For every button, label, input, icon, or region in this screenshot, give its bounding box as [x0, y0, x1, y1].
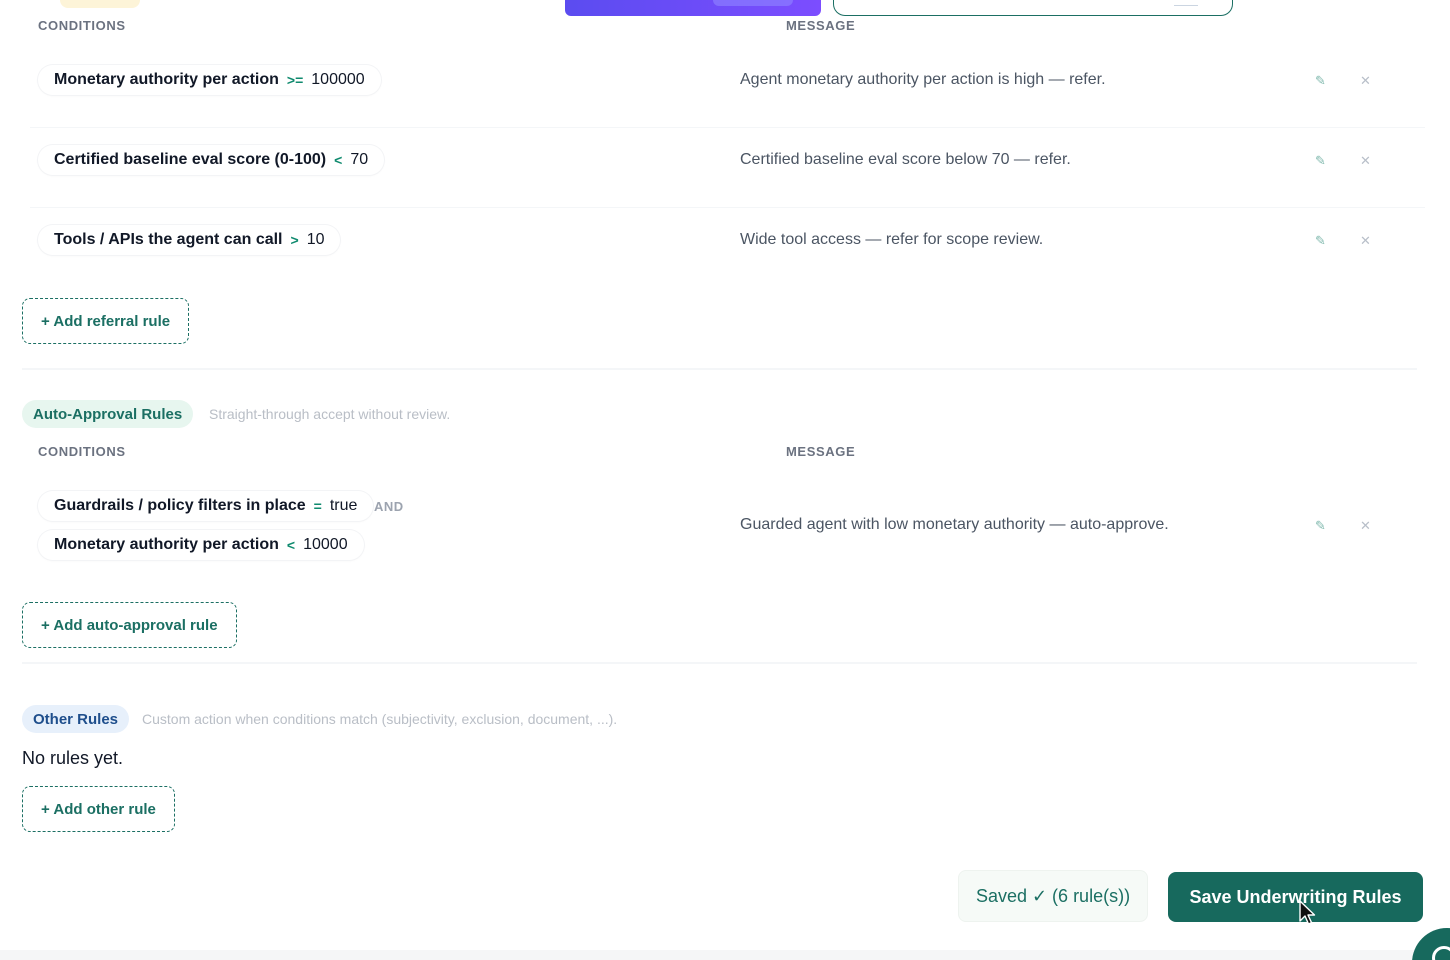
add-other-rule-button[interactable]: + Add other rule [22, 786, 175, 832]
rule-message: Guarded agent with low monetary authorit… [740, 516, 1169, 533]
condition-value: 70 [350, 151, 369, 168]
other-rules-description: Custom action when conditions match (sub… [142, 711, 618, 727]
condition-operator: < [334, 152, 343, 168]
condition-field: Monetary authority per action [54, 536, 279, 553]
section-divider [22, 662, 1417, 664]
condition-operator: >= [286, 72, 304, 88]
other-rules-badge: Other Rules [22, 705, 130, 733]
condition-pill: Monetary authority per action < 10000 [38, 530, 364, 560]
top-action-button[interactable] [565, 0, 821, 16]
delete-icon[interactable]: ✕ [1360, 518, 1371, 534]
referral-conditions-header: CONDITIONS [38, 18, 126, 33]
condition-field: Certified baseline eval score (0-100) [54, 151, 327, 168]
delete-icon[interactable]: ✕ [1360, 233, 1371, 249]
condition-value: 10 [306, 231, 325, 248]
delete-icon[interactable]: ✕ [1360, 73, 1371, 89]
condition-operator: = [313, 498, 322, 514]
add-auto-approval-rule-button[interactable]: + Add auto-approval rule [22, 602, 237, 648]
bottom-strip [0, 950, 1450, 960]
referral-message-header: MESSAGE [786, 18, 856, 33]
rule-message: Agent monetary authority per action is h… [740, 71, 1106, 88]
edit-icon[interactable]: ✎ [1315, 518, 1326, 534]
condition-value: true [329, 497, 358, 514]
rule-message: Wide tool access — refer for scope revie… [740, 231, 1044, 248]
condition-value: 10000 [303, 536, 348, 553]
auto-approval-message-header: MESSAGE [786, 444, 856, 459]
condition-pill: Guardrails / policy filters in place = t… [38, 491, 374, 521]
auto-approval-badge: Auto-Approval Rules [22, 400, 194, 428]
delete-icon[interactable]: ✕ [1360, 153, 1371, 169]
rule-message: Certified baseline eval score below 70 —… [740, 151, 1071, 168]
condition-pill: Tools / APIs the agent can call > 10 [38, 225, 341, 255]
top-clipped-element [60, 0, 140, 8]
condition-operator: > [290, 232, 299, 248]
condition-value: 100000 [311, 71, 365, 88]
condition-field: Monetary authority per action [54, 71, 279, 88]
and-joiner: AND [374, 499, 404, 514]
edit-icon[interactable]: ✎ [1315, 73, 1326, 89]
condition-field: Tools / APIs the agent can call [54, 231, 283, 248]
saved-status: Saved ✓ (6 rule(s)) [958, 870, 1148, 922]
condition-operator: < [286, 537, 296, 553]
auto-approval-conditions-header: CONDITIONS [38, 444, 126, 459]
row-divider [30, 127, 1425, 128]
auto-approval-description: Straight-through accept without review. [209, 406, 451, 422]
condition-pill: Certified baseline eval score (0-100) < … [38, 145, 385, 175]
edit-icon[interactable]: ✎ [1315, 233, 1326, 249]
section-divider [22, 368, 1417, 370]
mouse-cursor-icon [1299, 900, 1316, 925]
edit-icon[interactable]: ✎ [1315, 153, 1326, 169]
row-divider [30, 207, 1425, 208]
empty-rules-text: No rules yet. [22, 748, 124, 768]
add-referral-rule-button[interactable]: + Add referral rule [22, 298, 190, 344]
condition-pill: Monetary authority per action >= 100000 [38, 65, 381, 95]
condition-field: Guardrails / policy filters in place [54, 497, 306, 514]
save-underwriting-rules-button[interactable]: Save Underwriting Rules [1168, 872, 1423, 922]
top-search-input[interactable] [833, 0, 1233, 16]
